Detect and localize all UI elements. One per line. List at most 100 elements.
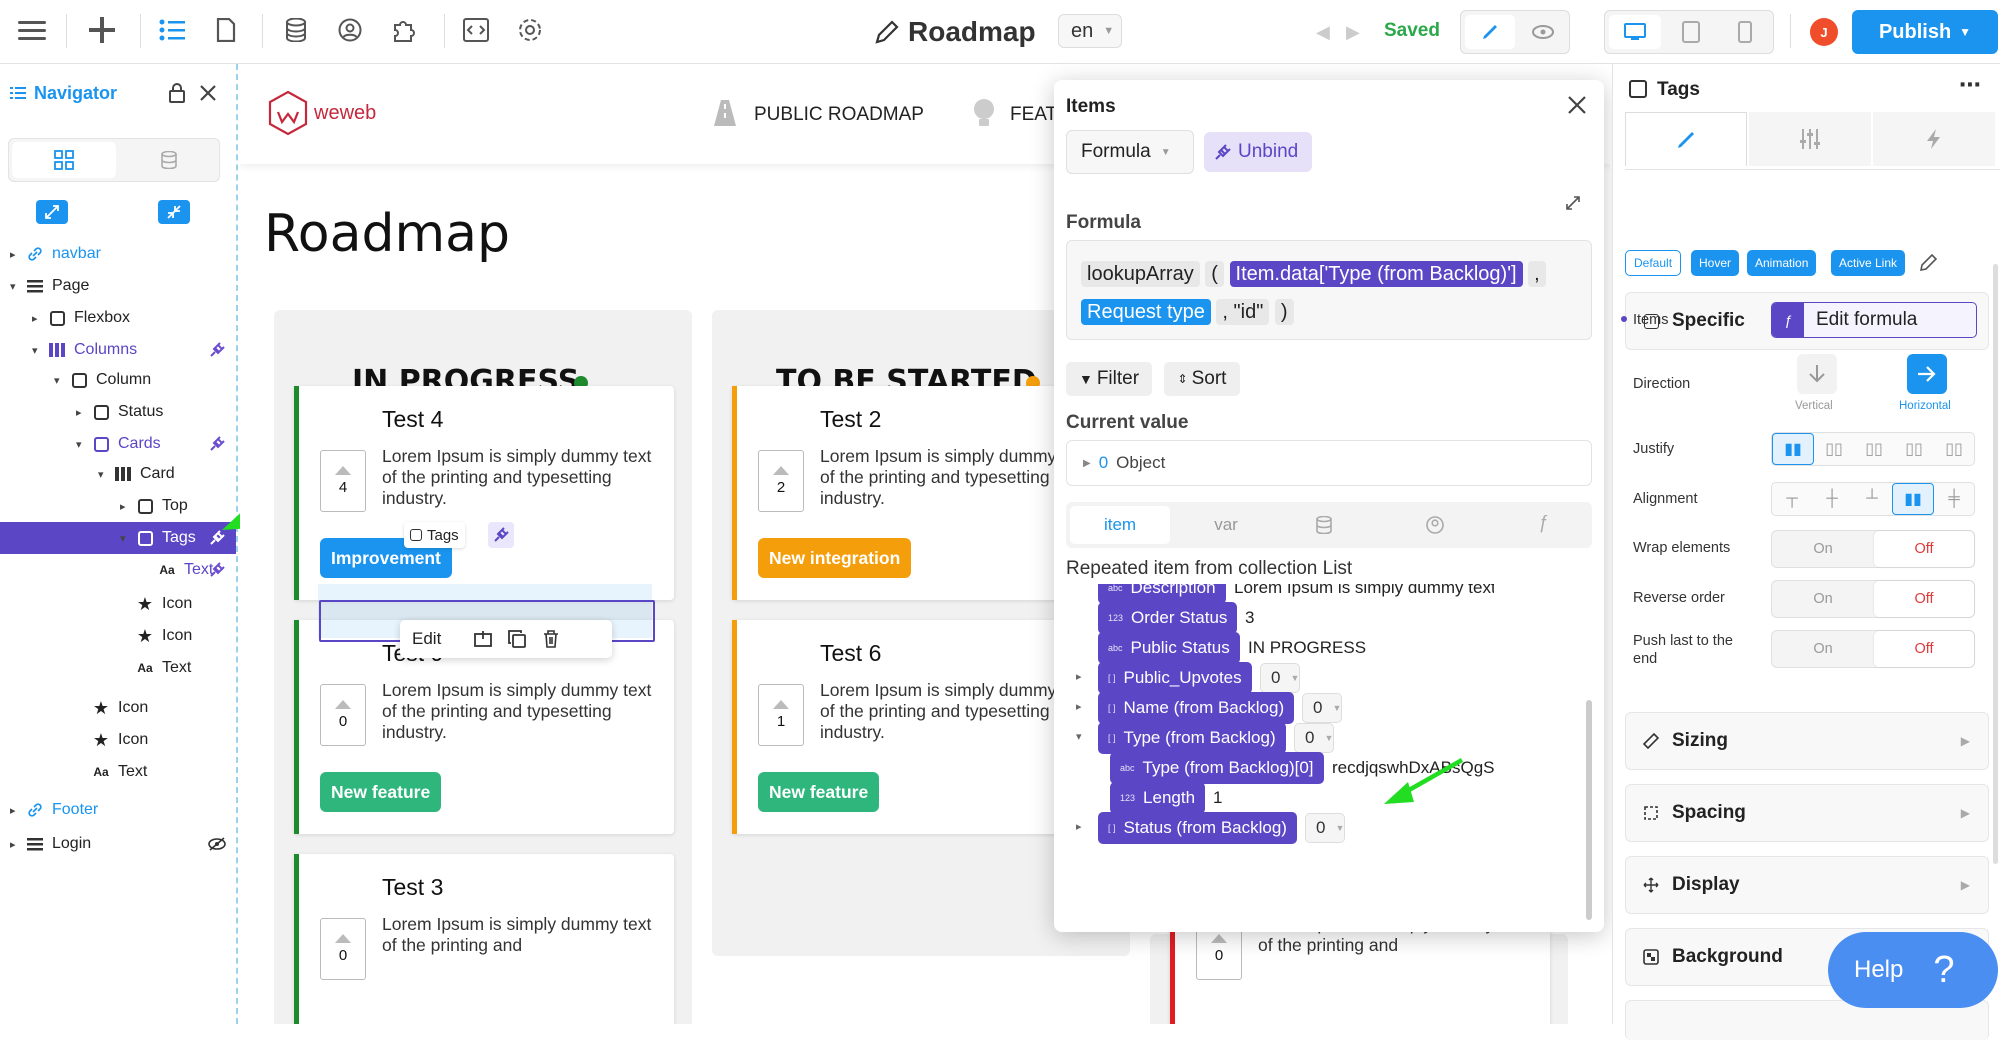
tree-key-pill[interactable]: abc Description (1098, 584, 1226, 604)
collapse-all-button[interactable] (158, 200, 190, 224)
weweb-logo-icon[interactable] (266, 90, 310, 138)
tablet-breakpoint[interactable] (1665, 15, 1717, 49)
chevron-right-icon[interactable]: ▸ (1076, 700, 1082, 713)
roadmap-card[interactable]: Test 3 Lorem Ipsum is simply dummy text o… (294, 854, 674, 1024)
section-spacing[interactable]: Spacing ▶ (1625, 784, 1989, 842)
justify-end-icon[interactable]: ▯▯ (1854, 433, 1894, 465)
tree-item-login[interactable]: ▸ Login (0, 828, 236, 860)
bound-plug-badge[interactable] (488, 522, 514, 548)
code-icon[interactable] (460, 14, 492, 46)
upvote-button[interactable]: 1 (758, 684, 804, 746)
justify-around-icon[interactable]: ▯▯ (1934, 433, 1974, 465)
tree-key-pill[interactable]: [ ] Public_Upvotes (1098, 662, 1252, 694)
chevron-right-icon[interactable]: ▸ (120, 500, 132, 513)
plug-icon[interactable] (208, 341, 226, 359)
tree-key-pill[interactable]: [ ] Status (from Backlog) (1098, 812, 1297, 844)
roadmap-card[interactable]: Test 4 Lorem Ipsum is simply dummy text o… (294, 386, 674, 600)
wrap-icon[interactable] (474, 630, 492, 648)
nav-link-public-roadmap[interactable]: PUBLIC ROADMAP (754, 104, 924, 126)
formula-editor[interactable]: lookupArray ( Item.data['Type (from Back… (1066, 240, 1592, 340)
tree-item-text[interactable]: Aa Text (0, 652, 236, 684)
toggle-off[interactable]: Off (1874, 531, 1974, 567)
mobile-breakpoint[interactable] (1719, 15, 1771, 49)
tree-item-flexbox[interactable]: ▸ Flexbox (0, 302, 236, 334)
state-active-link[interactable]: Active Link (1831, 250, 1906, 276)
tree-item-columns[interactable]: ▾ Columns (0, 334, 236, 366)
binding-mode-select[interactable]: Formula ▼ (1066, 130, 1194, 174)
undo-icon[interactable]: ◀ (1316, 22, 1330, 43)
panel-scrollbar[interactable] (1993, 264, 1998, 864)
plus-icon[interactable] (86, 14, 118, 46)
tree-item-top[interactable]: ▸ Top (0, 490, 236, 522)
array-count-select[interactable]: 0 ▼ (1294, 723, 1335, 753)
tree-item-text[interactable]: Aa Text (0, 756, 236, 788)
desktop-breakpoint[interactable] (1609, 15, 1661, 49)
chevron-down-icon[interactable]: ▾ (54, 374, 66, 387)
tree-key-pill[interactable]: 123 Length (1110, 782, 1206, 814)
settings-icon[interactable] (514, 14, 546, 46)
tree-item-icon[interactable]: ★ Icon (0, 724, 236, 756)
wrap-toggle[interactable]: On Off (1771, 530, 1975, 568)
toggle-on[interactable]: On (1772, 581, 1874, 617)
lock-icon[interactable] (168, 82, 186, 104)
sort-button[interactable]: ⇕ Sort (1164, 362, 1240, 396)
align-baseline-icon[interactable]: ╪ (1934, 483, 1974, 515)
menu-icon[interactable] (16, 14, 48, 46)
tab-settings[interactable] (1749, 112, 1871, 166)
array-count-select[interactable]: 0 ▼ (1260, 663, 1301, 693)
chevron-right-icon[interactable]: ▸ (10, 804, 22, 817)
edit-button[interactable]: Edit (412, 629, 441, 649)
chevron-right-icon[interactable]: ▸ (10, 838, 22, 851)
expand-all-button[interactable] (36, 200, 68, 224)
tree-item-status[interactable]: ▸ Status (0, 396, 236, 428)
chevron-down-icon[interactable]: ▾ (1076, 730, 1082, 743)
database-icon[interactable] (280, 14, 312, 46)
page-title-bar[interactable]: Roadmap (874, 12, 1036, 52)
expand-icon[interactable] (1566, 196, 1580, 210)
toggle-off[interactable]: Off (1874, 581, 1974, 617)
justify-between-icon[interactable]: ▯▯ (1894, 433, 1934, 465)
push-last-toggle[interactable]: On Off (1771, 630, 1975, 668)
state-animation[interactable]: Animation (1747, 250, 1817, 276)
plug-icon[interactable] (208, 561, 226, 579)
tab-var[interactable]: var (1176, 506, 1276, 544)
upvote-button[interactable]: 2 (758, 450, 804, 512)
list-icon[interactable] (156, 14, 188, 46)
tab-workflows[interactable] (1873, 112, 1995, 166)
toggle-on[interactable]: On (1772, 631, 1874, 667)
tree-item-text[interactable]: Aa Text (0, 554, 236, 586)
tree-item-icon[interactable]: ★ Icon (0, 588, 236, 620)
card-tag[interactable]: New feature (320, 772, 442, 812)
edit-formula-button[interactable]: ƒ Edit formula (1771, 302, 1977, 338)
pencil-icon[interactable] (1919, 254, 1937, 272)
trash-icon[interactable] (542, 630, 560, 648)
tree-key-pill[interactable]: abc Public Status (1098, 632, 1240, 664)
chevron-down-icon[interactable]: ▾ (120, 532, 132, 545)
align-stretch-icon[interactable]: ▮▮ (1892, 483, 1934, 515)
plug-icon[interactable] (208, 435, 226, 453)
chevron-down-icon[interactable]: ▾ (32, 344, 44, 357)
card-tag[interactable]: New integration (758, 538, 912, 578)
eye-off-icon[interactable] (208, 835, 226, 853)
chevron-down-icon[interactable]: ▾ (98, 468, 110, 481)
edit-mode-button[interactable] (1465, 15, 1515, 49)
upvote-button[interactable]: 0 (320, 918, 366, 980)
data-view-button[interactable] (119, 142, 219, 178)
chevron-right-icon[interactable]: ▸ (1076, 670, 1082, 683)
function-icon[interactable]: ƒ (1538, 512, 1548, 533)
reverse-toggle[interactable]: On Off (1771, 580, 1975, 618)
direction-vertical-button[interactable] (1797, 354, 1837, 394)
tree-item-tags[interactable]: ▾ Tags (0, 522, 236, 554)
chevron-right-icon[interactable]: ▸ (76, 406, 88, 419)
popup-scrollbar[interactable] (1586, 700, 1592, 920)
chevron-down-icon[interactable]: ▾ (76, 438, 88, 451)
tree-item-icon[interactable]: ★ Icon (0, 620, 236, 652)
plugin-icon[interactable] (388, 14, 420, 46)
nav-link-features[interactable]: FEAT (1010, 104, 1057, 126)
justify-start-icon[interactable]: ▮▮ (1772, 433, 1814, 465)
redo-icon[interactable]: ▶ (1346, 22, 1360, 43)
user-circle-icon[interactable] (1426, 516, 1444, 534)
tags-element-label[interactable]: Tags (404, 522, 465, 548)
layers-view-button[interactable] (12, 142, 116, 178)
upvote-button[interactable]: 0 (320, 684, 366, 746)
